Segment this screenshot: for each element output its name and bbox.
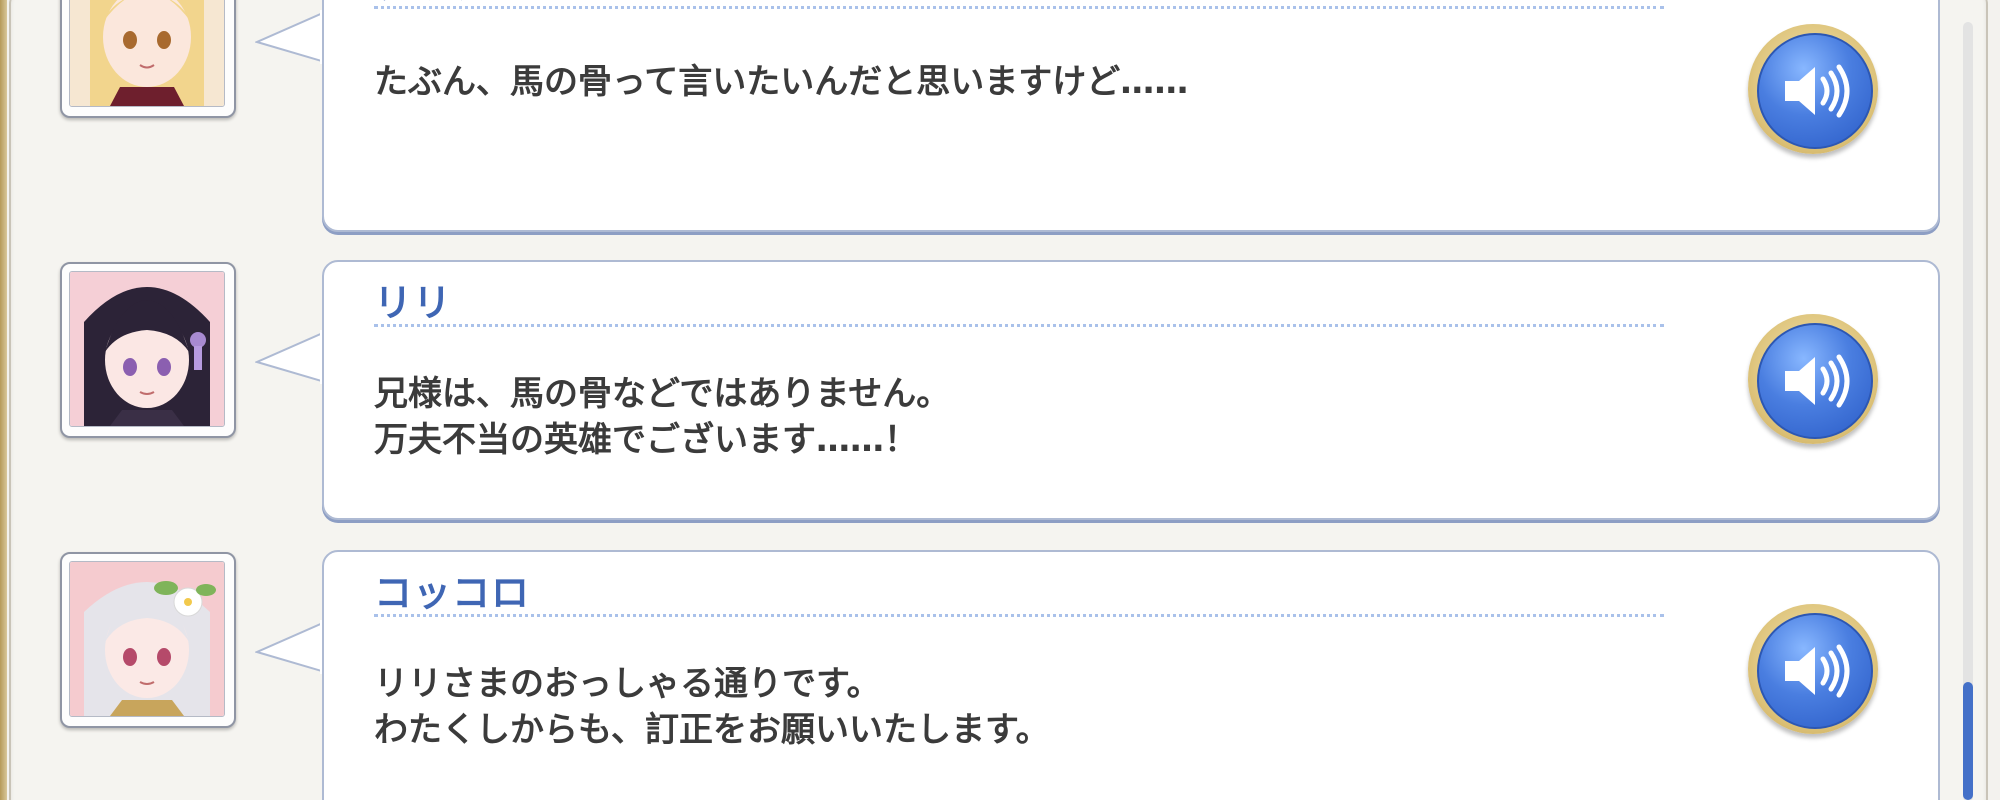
- log-entry: リリ 兄様は、馬の骨などではありません。 万夫不当の英雄でございます……！: [0, 260, 1960, 520]
- play-voice-button[interactable]: [1748, 24, 1878, 154]
- message-bubble: リリ 兄様は、馬の骨などではありません。 万夫不当の英雄でございます……！: [322, 260, 1940, 520]
- name-divider: [374, 614, 1664, 617]
- scrollbar-thumb[interactable]: [1963, 682, 1973, 800]
- message-line: リリさまのおっしゃる通りです。: [374, 664, 881, 704]
- speaker-icon: [1785, 644, 1850, 698]
- message-line: たぶん、馬の骨って言いたいんだと思いますけど……: [374, 62, 1189, 102]
- speaker-name: リリ: [374, 281, 453, 325]
- bubble-tail: [255, 330, 325, 384]
- speaker-icon: [1785, 64, 1850, 118]
- log-entry: コッコロ リリさまのおっしゃる通りです。 わたくしからも、訂正をお願いいたします…: [0, 550, 1960, 800]
- silver-haired-elf-avatar: [70, 562, 224, 716]
- message-bubble: コッコロ リリさまのおっしゃる通りです。 わたくしからも、訂正をお願いいたします…: [322, 550, 1940, 800]
- voice-log-screen: クリア たぶん、馬の骨って言いたいんだと思いますけど……: [0, 0, 2000, 800]
- play-voice-button[interactable]: [1748, 604, 1878, 734]
- avatar: [60, 0, 236, 118]
- bubble-tail: [255, 10, 325, 64]
- message-bubble: クリア たぶん、馬の骨って言いたいんだと思いますけど……: [322, 0, 1940, 232]
- bubble-tail: [255, 620, 325, 674]
- message-line: 万夫不当の英雄でございます……！: [374, 420, 918, 460]
- message-line: 兄様は、馬の骨などではありません。: [374, 374, 951, 414]
- blonde-winged-girl-avatar: [70, 0, 224, 106]
- avatar: [60, 262, 236, 438]
- message-line: わたくしからも、訂正をお願いいたします。: [374, 710, 1050, 750]
- dark-haired-girl-avatar: [70, 272, 224, 426]
- play-voice-button[interactable]: [1748, 314, 1878, 444]
- name-divider: [374, 324, 1664, 327]
- avatar: [60, 552, 236, 728]
- speaker-name: コッコロ: [374, 571, 531, 615]
- speaker-icon: [1785, 354, 1850, 408]
- name-divider: [374, 6, 1664, 9]
- log-entry: クリア たぶん、馬の骨って言いたいんだと思いますけど……: [0, 0, 1960, 232]
